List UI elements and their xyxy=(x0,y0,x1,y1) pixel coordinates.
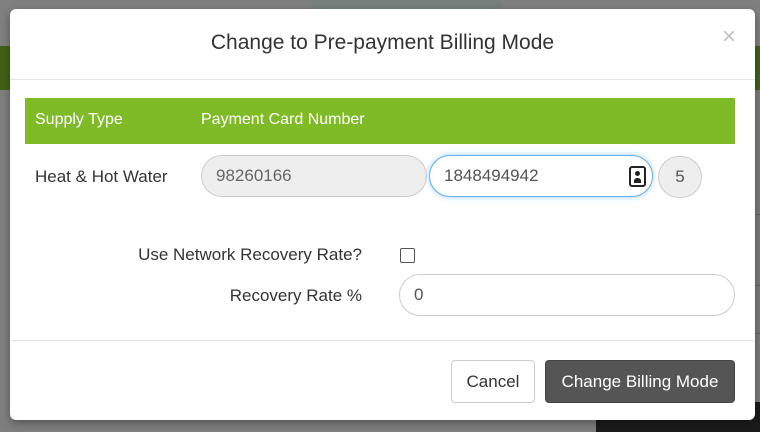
recovery-rate-input[interactable] xyxy=(399,274,735,316)
network-recovery-label: Use Network Recovery Rate? xyxy=(138,245,362,264)
billing-mode-modal: Change to Pre-payment Billing Mode × Sup… xyxy=(10,9,755,420)
modal-header: Change to Pre-payment Billing Mode × xyxy=(10,9,755,80)
close-icon[interactable]: × xyxy=(722,25,736,49)
modal-title: Change to Pre-payment Billing Mode xyxy=(210,31,555,54)
card-count-badge: 5 xyxy=(658,156,702,198)
card-number-input[interactable] xyxy=(429,155,653,197)
card-prefix-input xyxy=(201,155,427,197)
network-recovery-checkbox[interactable] xyxy=(400,248,415,263)
cancel-button[interactable]: Cancel xyxy=(451,360,535,403)
table-header: Supply Type Payment Card Number xyxy=(25,98,735,144)
id-badge-icon[interactable] xyxy=(629,166,646,187)
supply-type-value: Heat & Hot Water xyxy=(35,167,168,186)
modal-footer-divider xyxy=(10,340,755,341)
change-billing-mode-button[interactable]: Change Billing Mode xyxy=(545,360,735,403)
header-payment-card-number: Payment Card Number xyxy=(201,111,365,128)
recovery-rate-label: Recovery Rate % xyxy=(229,286,362,305)
header-supply-type: Supply Type xyxy=(35,111,123,128)
